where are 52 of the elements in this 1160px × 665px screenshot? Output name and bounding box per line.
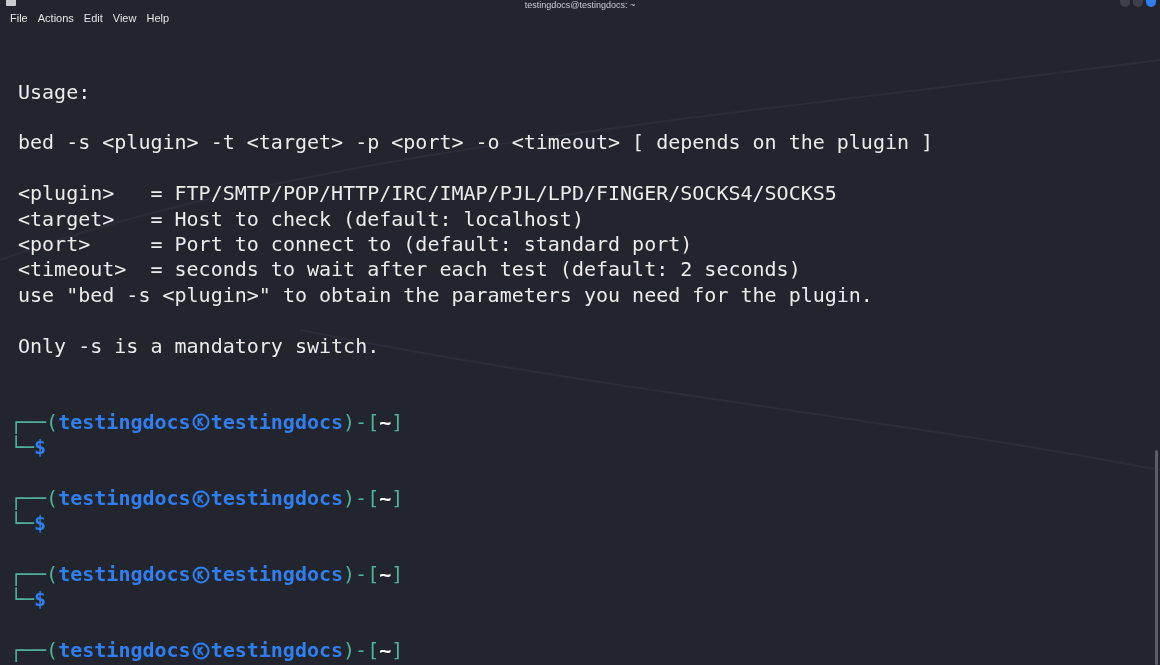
terminal-output-line: Only -s is a mandatory switch. <box>18 333 380 359</box>
prompt-bracket: ] <box>391 409 404 436</box>
terminal-output-line: <plugin> = FTP/SMTP/POP/HTTP/IRC/IMAP/PJL/LPD/FINGER/SOCKS4/SOCKS5 <box>18 181 837 207</box>
kali-symbol-icon <box>191 413 210 432</box>
prompt-bracket: ] <box>391 562 404 588</box>
prompt-dollar: $ <box>34 511 47 537</box>
prompt-user: testingdocs <box>58 409 191 436</box>
prompt-corner: └─ <box>10 435 35 461</box>
prompt-corner: └─ <box>10 511 35 537</box>
prompt-bracket: ┌──( <box>10 409 59 436</box>
terminal-output-line: <port> = Port to connect to (default: standard port) <box>18 231 693 258</box>
prompt-dollar: $ <box>34 587 47 613</box>
prompt-user: testingdocs <box>58 485 191 512</box>
prompt-corner: └─ <box>10 587 35 613</box>
window-title: testingdocs@testingdocs: ~ <box>524 0 636 10</box>
menu-item[interactable]: Edit <box>83 10 103 27</box>
prompt-host: testingdocs <box>210 562 344 588</box>
prompt-bracket: ┌──( <box>10 638 59 664</box>
prompt-host: testingdocs <box>210 638 344 664</box>
prompt-directory: ~ <box>379 485 392 512</box>
prompt-bracket: )-[ <box>343 638 380 664</box>
menu-item[interactable]: Actions <box>37 10 74 27</box>
terminal-output-line: Usage: <box>18 79 91 105</box>
menu-item[interactable]: View <box>112 10 137 27</box>
prompt-host: testingdocs <box>210 409 344 436</box>
prompt-bracket: ┌──( <box>10 562 59 588</box>
minimize-button[interactable] <box>1120 0 1130 7</box>
prompt-bracket: )-[ <box>343 409 380 436</box>
prompt-user: testingdocs <box>58 562 191 588</box>
prompt-bracket: )-[ <box>343 485 380 512</box>
terminal-output-line: use "bed -s <plugin>" to obtain the parameters you need for the plugin. <box>18 282 873 309</box>
close-button[interactable] <box>1146 0 1156 7</box>
terminal-output-line: <timeout> = seconds to wait after each test (default: 2 seconds) <box>18 257 801 283</box>
kali-symbol-icon <box>191 489 210 508</box>
terminal-output-line: <target> = Host to check (default: localhost) <box>18 206 584 232</box>
prompt-directory: ~ <box>379 562 392 588</box>
kali-symbol-icon <box>191 641 210 660</box>
terminal-output-line: bed -s <plugin> -t <target> -p <port> -o <timeout> [ depends on the plugin ] <box>18 130 934 156</box>
prompt-bracket: ] <box>391 638 404 664</box>
kali-symbol-icon <box>191 565 210 584</box>
prompt-dollar: $ <box>34 435 47 461</box>
prompt-bracket: ] <box>391 485 404 512</box>
prompt-directory: ~ <box>379 638 392 664</box>
menu-item[interactable]: File <box>10 10 28 27</box>
prompt-bracket: )-[ <box>343 562 380 588</box>
prompt-user: testingdocs <box>58 638 191 664</box>
prompt-directory: ~ <box>379 409 392 436</box>
prompt-bracket: ┌──( <box>10 485 59 512</box>
prompt-host: testingdocs <box>210 485 344 512</box>
menu-item[interactable]: Help <box>146 10 170 27</box>
terminal-app-icon <box>6 0 16 6</box>
scrollbar-thumb[interactable] <box>1155 450 1158 665</box>
